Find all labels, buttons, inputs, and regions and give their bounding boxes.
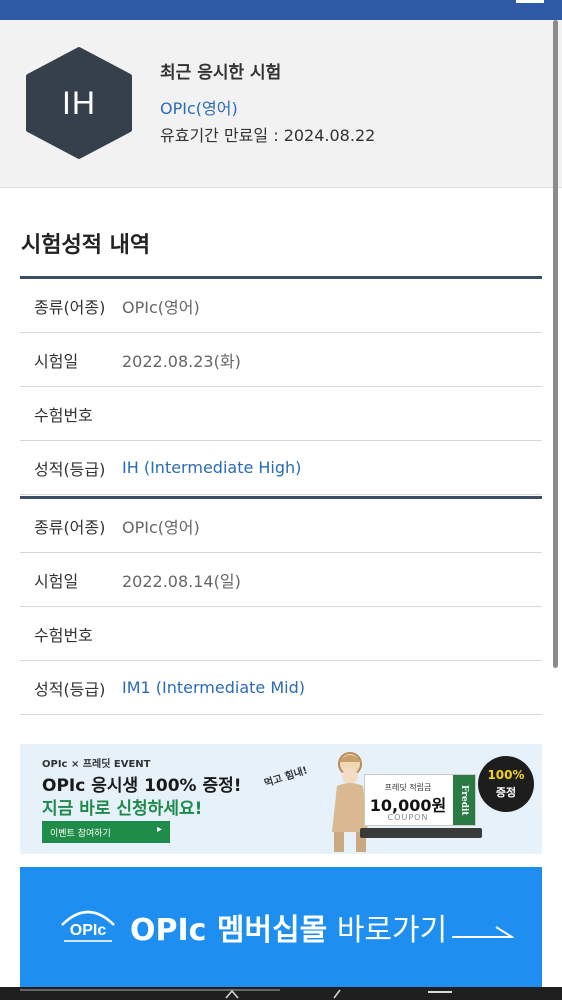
- recent-exam-link[interactable]: OPIc(영어): [160, 95, 238, 119]
- row-label: 종류(어종): [34, 517, 106, 537]
- score-record: 종류(어종) OPIc(영어) 시험일 2022.08.23(화) 수험번호 성…: [20, 276, 542, 495]
- event-join-label: 이벤트 참여하기: [50, 828, 111, 839]
- arrow-right-icon: [452, 926, 514, 938]
- event-join-button[interactable]: 이벤트 참여하기 ▸: [42, 821, 170, 843]
- page-title: 시험성적 내역: [21, 233, 151, 258]
- membership-mall-banner[interactable]: OPIc OPIc 멤버십몰 바로가기: [20, 867, 542, 987]
- row-value: 2022.08.23(화): [122, 351, 241, 371]
- table-row: 수험번호: [20, 607, 542, 661]
- play-arrow-icon: ▸: [156, 824, 162, 835]
- row-label: 성적(등급): [34, 679, 106, 699]
- row-label: 시험일: [34, 351, 79, 371]
- score-record: 종류(어종) OPIc(영어) 시험일 2022.08.14(일) 수험번호 성…: [20, 496, 542, 715]
- table-row: 성적(등급) IH (Intermediate High): [20, 441, 542, 495]
- row-label: 종류(어종): [34, 297, 106, 317]
- table-row: 성적(등급) IM1 (Intermediate Mid): [20, 661, 542, 715]
- score-grade-link[interactable]: IH (Intermediate High): [122, 458, 301, 477]
- back-icon[interactable]: [330, 989, 344, 999]
- badge-label: 증정: [495, 786, 517, 799]
- row-value: OPIc(영어): [122, 517, 200, 537]
- grade-badge-text: IH: [62, 84, 96, 121]
- go-label: 바로가기: [336, 913, 448, 948]
- row-label: 수험번호: [34, 625, 93, 645]
- row-label: 시험일: [34, 571, 79, 591]
- recent-exam-title: 최근 응시한 시험: [160, 63, 282, 83]
- event-subheadline: 지금 바로 신청하세요!: [42, 799, 203, 819]
- row-label: 수험번호: [34, 405, 93, 425]
- svg-text:OPIc: OPIc: [70, 922, 107, 939]
- table-row: 종류(어종) OPIc(영어): [20, 499, 542, 553]
- row-value: 2022.08.14(일): [122, 571, 241, 591]
- coupon-label: COUPON: [387, 813, 429, 822]
- scrollbar[interactable]: [553, 20, 558, 668]
- grade-hexagon: IH: [26, 47, 132, 159]
- coupon-card: 프레딧 적립금 10,000원 COUPON Fredit: [364, 774, 476, 826]
- row-label: 성적(등급): [34, 459, 106, 479]
- event-tag: OPIc × 프레딧 EVENT: [42, 759, 151, 770]
- card-reader-icon: [360, 828, 482, 838]
- table-row: 시험일 2022.08.14(일): [20, 553, 542, 607]
- gift-badge: 100% 증정: [478, 756, 534, 812]
- recent-exam-summary: IH 최근 응시한 시험 OPIc(영어) 유효기간 만료일 : 2024.08…: [0, 20, 562, 188]
- fredit-event-banner[interactable]: OPIc × 프레딧 EVENT OPIc 응시생 100% 증정! 지금 바로…: [20, 744, 542, 854]
- menu-icon[interactable]: [516, 0, 544, 3]
- table-row: 종류(어종) OPIc(영어): [20, 279, 542, 333]
- system-navigation-bar: [0, 987, 562, 1000]
- table-row: 시험일 2022.08.23(화): [20, 333, 542, 387]
- membership-mall-title: OPIc 멤버십몰: [130, 913, 328, 948]
- top-header-bar: [0, 0, 562, 20]
- expiry-date: 유효기간 만료일 : 2024.08.22: [160, 126, 376, 145]
- speech-text: 먹고 힘내!: [263, 765, 310, 790]
- score-grade-link[interactable]: IM1 (Intermediate Mid): [122, 678, 305, 697]
- recent-apps-icon[interactable]: [428, 989, 452, 999]
- opic-logo-icon: OPIc: [61, 910, 115, 942]
- home-icon[interactable]: [224, 989, 240, 999]
- event-headline: OPIc 응시생 100% 증정!: [42, 776, 242, 796]
- coupon-brand: Fredit: [453, 775, 475, 825]
- badge-percent: 100%: [487, 768, 525, 782]
- row-value: OPIc(영어): [122, 297, 200, 317]
- membership-mall-label: OPIc 멤버십몰 바로가기: [130, 905, 447, 949]
- table-row: 수험번호: [20, 387, 542, 441]
- back-gesture-icon[interactable]: [20, 989, 280, 999]
